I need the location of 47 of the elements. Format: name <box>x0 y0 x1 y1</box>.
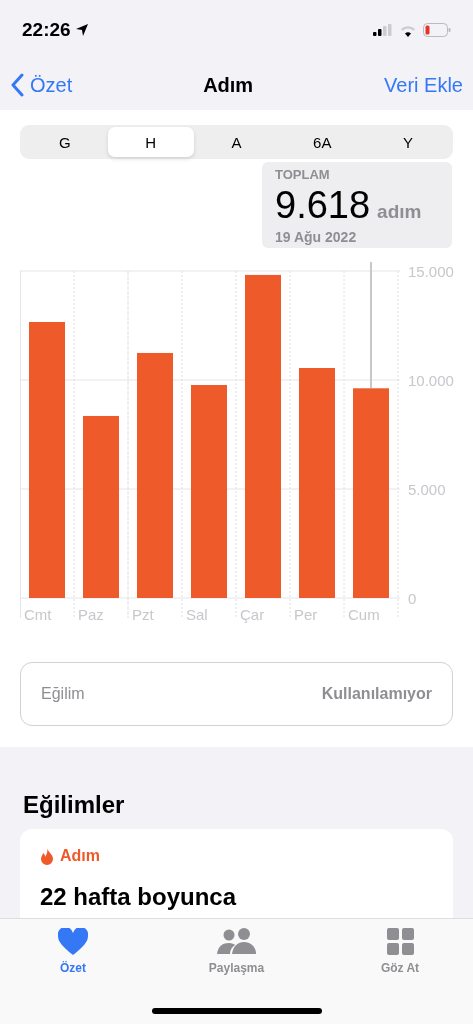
flame-icon <box>40 847 54 865</box>
day-label: Cmt <box>24 606 52 623</box>
heart-icon <box>58 928 88 955</box>
tab-bar-item[interactable]: Özet <box>18 928 128 975</box>
card-category: Adım <box>60 847 100 865</box>
section-heading: Eğilimler <box>23 791 126 819</box>
axis-tick-label: 10.000 <box>408 372 454 389</box>
people-icon <box>216 928 257 955</box>
trend-status: Kullanılamıyor <box>321 685 432 703</box>
step-bar[interactable] <box>245 274 281 598</box>
wifi-icon <box>399 23 417 37</box>
add-data-button[interactable]: Veri Ekle <box>384 73 463 97</box>
day-label: Paz <box>78 606 104 623</box>
period-segment[interactable]: H <box>107 127 194 157</box>
step-bar[interactable] <box>191 385 227 598</box>
day-label: Sal <box>186 606 208 623</box>
day-label: Per <box>294 606 318 623</box>
grid-icon <box>386 928 414 955</box>
axis-tick-label: 15.000 <box>408 263 454 280</box>
step-total: 9.618 <box>275 184 371 227</box>
battery-icon <box>423 23 451 37</box>
location-arrow-icon <box>74 23 89 37</box>
step-bar[interactable] <box>137 352 173 598</box>
signal-icon <box>373 24 393 36</box>
day-label: Pzt <box>132 606 154 623</box>
tooltip-title: TOPLAM <box>275 167 331 182</box>
axis-tick-label: 5.000 <box>408 481 446 498</box>
step-unit: adım <box>377 201 422 223</box>
day-label: Cum <box>348 606 380 623</box>
back-chevron-icon <box>10 73 24 97</box>
page-title: Adım <box>203 73 254 97</box>
step-bar[interactable] <box>353 388 389 598</box>
clock-time: 22:26 <box>22 19 71 41</box>
trend-label: Eğilim <box>41 685 85 703</box>
period-segment[interactable]: A <box>193 127 280 157</box>
period-segment[interactable]: G <box>22 127 108 157</box>
card-text: 22 hafta boyunca <box>40 883 238 911</box>
trend-card[interactable]: Adım 22 hafta boyunca <box>20 829 453 918</box>
step-bar[interactable] <box>299 368 335 598</box>
period-segment[interactable]: 6A <box>279 127 366 157</box>
back-button[interactable]: Özet <box>10 73 73 97</box>
tooltip-date: 19 Ağu 2022 <box>275 229 358 245</box>
period-segment[interactable]: Y <box>365 127 451 157</box>
step-bar[interactable] <box>29 322 65 598</box>
axis-tick-label: 0 <box>408 590 417 607</box>
day-label: Çar <box>240 606 265 623</box>
step-bar[interactable] <box>83 415 119 598</box>
